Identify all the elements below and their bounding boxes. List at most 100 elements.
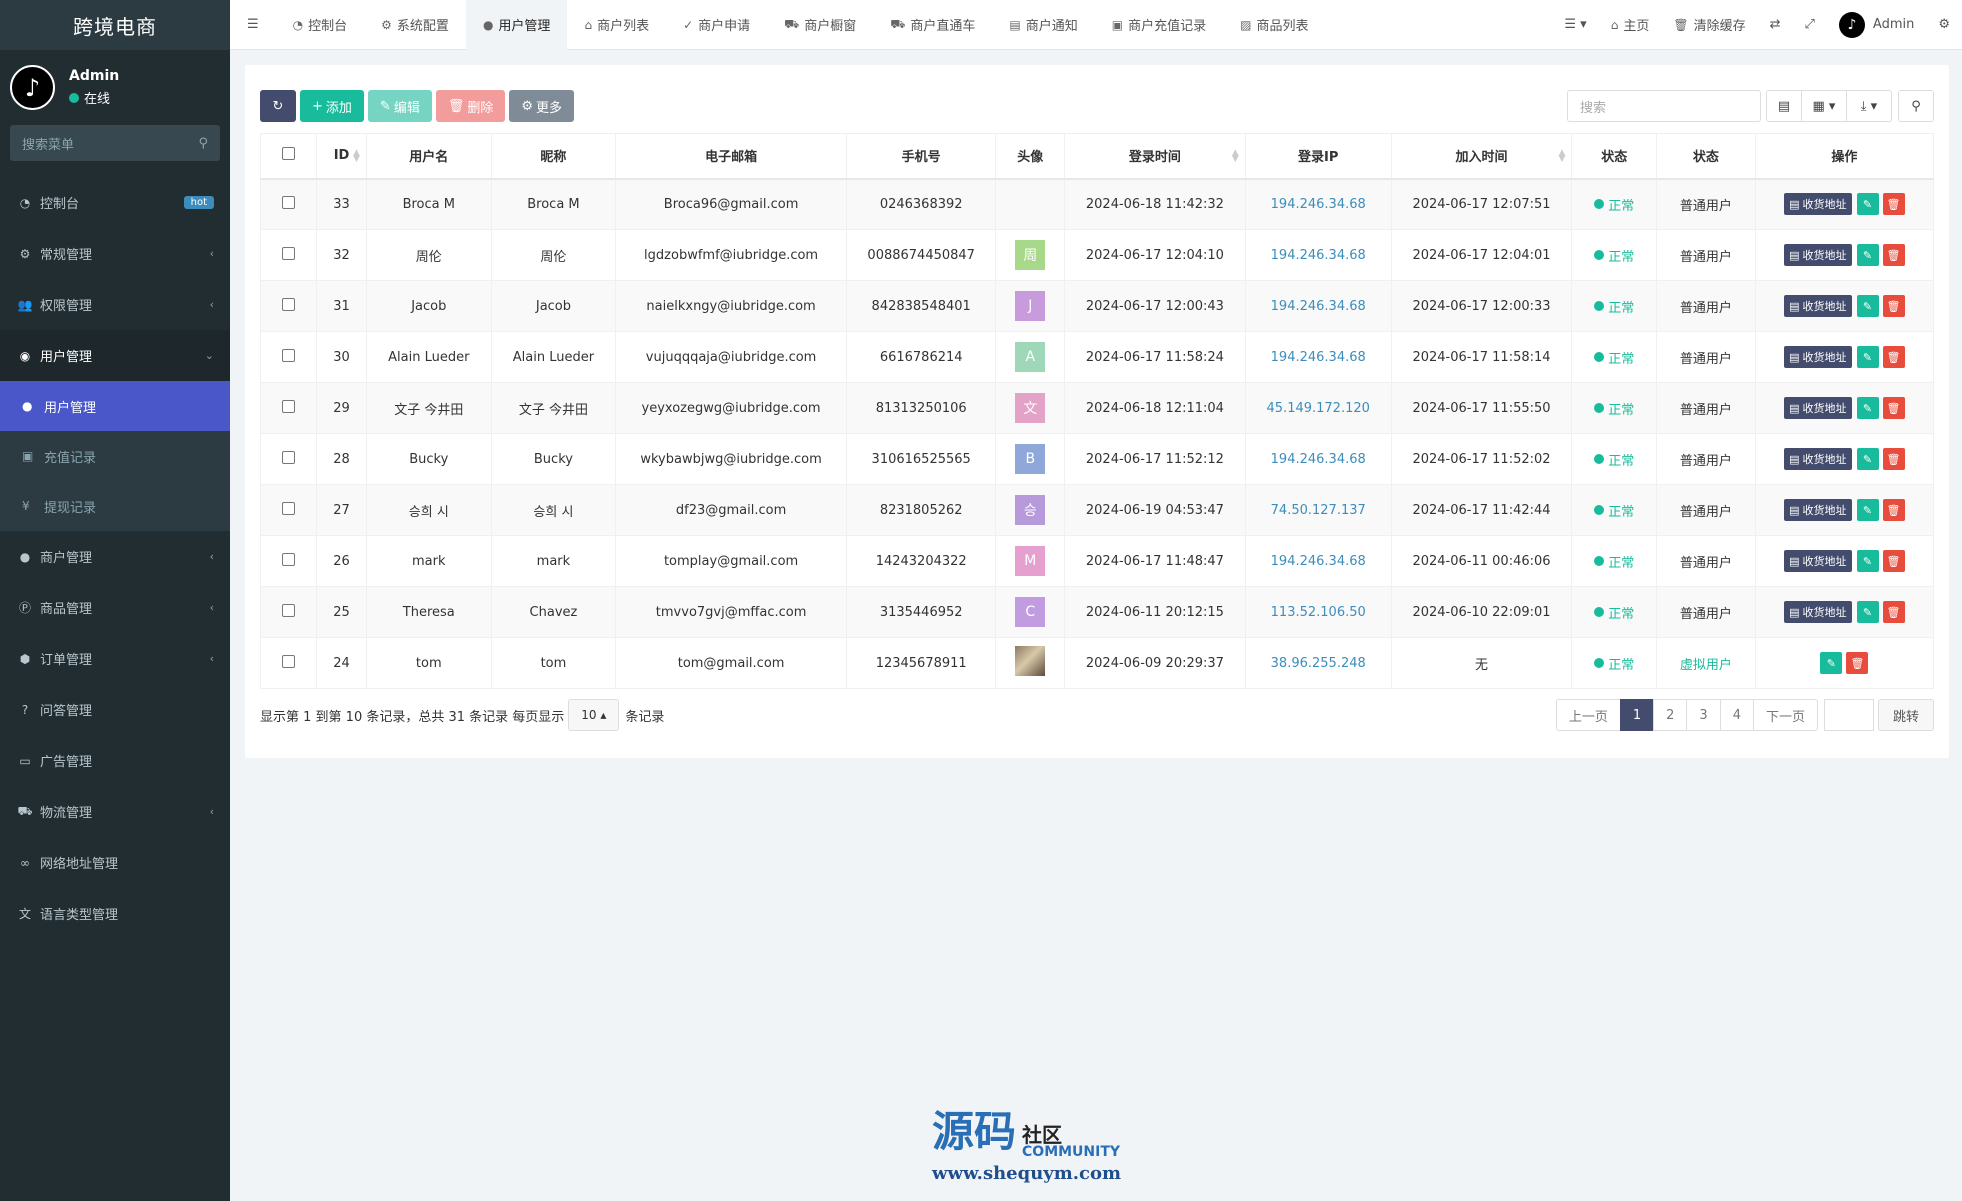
table-row[interactable]: 28 Bucky Bucky wkybawbjwg@iubridge.com 31061… (259, 433, 1935, 485)
top-tab[interactable]: ▨ 商品列表 (1223, 0, 1325, 50)
row-checkbox[interactable] (282, 654, 296, 668)
sidebar-item[interactable]: ⚙ 常规管理 ‹ (0, 228, 230, 279)
delete-row-button[interactable]: 🗑 (1882, 448, 1905, 470)
sidebar-item[interactable]: ⬢ 订单管理 ‹ (0, 633, 230, 684)
ip-link[interactable]: 194.246.34.68 (1271, 299, 1366, 314)
more-button[interactable]: ⚙ 更多 (509, 90, 575, 122)
nav-dropdown-button[interactable]: ☰ ▾ (1552, 0, 1598, 50)
next-page-button[interactable]: 下一页 (1752, 699, 1818, 731)
fullscreen-icon[interactable]: ⤢ (1793, 0, 1827, 50)
delete-button[interactable]: 🗑 删除 (435, 90, 506, 122)
top-tab[interactable]: ⚙ 系统配置 (364, 0, 466, 50)
columns-icon[interactable]: ▦ ▾ (1801, 90, 1847, 122)
row-checkbox[interactable] (282, 603, 296, 617)
sidebar-item[interactable]: Ⓟ 商品管理 ‹ (0, 582, 230, 633)
row-checkbox[interactable] (282, 348, 296, 362)
brand-logo[interactable]: 跨境电商 (0, 0, 230, 50)
ip-link[interactable]: 194.246.34.68 (1271, 350, 1366, 365)
admin-menu[interactable]: ♪ Admin (1827, 0, 1926, 50)
sidebar-item[interactable]: ? 问答管理 (0, 684, 230, 735)
row-checkbox[interactable] (282, 450, 296, 464)
delete-row-button[interactable]: 🗑 (1882, 244, 1905, 266)
top-tab[interactable]: ▣ 商户充值记录 (1095, 0, 1223, 50)
sidebar-item[interactable]: 👥 权限管理 ‹ (0, 279, 230, 330)
page-button[interactable]: 4 (1719, 699, 1754, 731)
page-size-select[interactable]: 10 ▴ (568, 699, 620, 731)
delete-row-button[interactable]: 🗑 (1882, 550, 1905, 572)
table-search-input[interactable]: 搜索 (1567, 90, 1761, 122)
sidebar-item[interactable]: ⛟ 物流管理 ‹ (0, 786, 230, 837)
edit-row-button[interactable]: ✎ (1856, 193, 1879, 216)
sidebar-item[interactable]: ∞ 网络地址管理 (0, 837, 230, 888)
sidebar-item[interactable]: ◉ 用户管理 ⌄ (0, 330, 230, 381)
submenu-item[interactable]: ● 用户管理 (0, 381, 230, 431)
toggle-view-icon[interactable]: ▤ (1766, 90, 1802, 122)
edit-row-button[interactable]: ✎ (1856, 244, 1879, 266)
home-link[interactable]: ⌂ 主页 (1599, 0, 1662, 50)
select-all-checkbox[interactable] (282, 147, 296, 161)
menu-search-input[interactable]: 搜索菜单 ⚲ (10, 125, 220, 161)
table-row[interactable]: 26 mark mark tomplay@gmail.com 14243204322 M 2… (259, 535, 1935, 587)
delete-row-button[interactable]: 🗑 (1882, 295, 1905, 317)
ip-link[interactable]: 45.149.172.120 (1267, 401, 1370, 416)
jump-page-input[interactable] (1823, 699, 1874, 731)
sidebar-item[interactable]: ◔ 控制台 hot (0, 177, 230, 228)
clear-cache-button[interactable]: 🗑 清除缓存 (1661, 0, 1757, 50)
export-icon[interactable]: ⤓ ▾ (1846, 90, 1892, 122)
table-row[interactable]: 25 Theresa Chavez tmvvo7gvj@mffac.com 313544… (259, 586, 1935, 638)
address-button[interactable]: ▤ 收货地址 (1784, 499, 1852, 521)
top-tab[interactable]: ● 用户管理 (465, 0, 568, 50)
sidebar-item[interactable]: ▭ 广告管理 (0, 735, 230, 786)
address-button[interactable]: ▤ 收货地址 (1784, 193, 1852, 216)
address-button[interactable]: ▤ 收货地址 (1784, 550, 1852, 572)
edit-row-button[interactable]: ✎ (1856, 295, 1879, 317)
row-checkbox[interactable] (282, 195, 296, 209)
top-tab[interactable]: ▤ 商户通知 (992, 0, 1094, 50)
column-header[interactable]: ID ▲ ▼ (316, 133, 367, 180)
top-tab[interactable]: ⛟ 商户橱窗 (767, 0, 873, 50)
refresh-button[interactable]: ↻ (260, 90, 296, 122)
search-icon[interactable]: ⚲ (1898, 90, 1934, 122)
address-button[interactable]: ▤ 收货地址 (1784, 346, 1852, 368)
page-button[interactable]: 2 (1653, 699, 1688, 731)
delete-row-button[interactable]: 🗑 (1882, 193, 1905, 216)
address-button[interactable]: ▤ 收货地址 (1784, 295, 1852, 317)
top-tab[interactable]: ⛟ 商户直通车 (873, 0, 992, 50)
address-button[interactable]: ▤ 收货地址 (1784, 244, 1852, 266)
column-header[interactable]: 登录时间 ▲ ▼ (1064, 133, 1246, 180)
top-tab[interactable]: ◔ 控制台 (276, 0, 365, 50)
add-button[interactable]: + 添加 (300, 90, 364, 122)
row-checkbox[interactable] (282, 552, 296, 566)
page-button[interactable]: 3 (1686, 699, 1721, 731)
row-checkbox[interactable] (282, 297, 296, 311)
table-row[interactable]: 30 Alain Lueder Alain Lueder vujuqqqaja@iub… (259, 331, 1935, 383)
row-checkbox[interactable] (282, 246, 296, 260)
edit-row-button[interactable]: ✎ (1856, 346, 1879, 368)
delete-row-button[interactable]: 🗑 (1882, 601, 1905, 623)
address-button[interactable]: ▤ 收货地址 (1784, 397, 1852, 419)
ip-link[interactable]: 194.246.34.68 (1271, 554, 1366, 569)
address-button[interactable]: ▤ 收货地址 (1784, 448, 1852, 470)
top-tab[interactable]: ⌂ 商户列表 (567, 0, 666, 50)
column-header[interactable]: 加入时间 ▲ ▼ (1390, 133, 1573, 180)
top-tab[interactable]: ✓ 商户申请 (666, 0, 767, 50)
table-row[interactable]: 33 Broca M Broca M Broca96@gmail.com 0246368… (259, 178, 1935, 230)
row-checkbox[interactable] (282, 501, 296, 515)
edit-row-button[interactable]: ✎ (1820, 652, 1843, 674)
submenu-item[interactable]: ▣ 充值记录 (0, 431, 230, 481)
delete-row-button[interactable]: 🗑 (1882, 397, 1905, 419)
menu-toggle-icon[interactable]: ☰ (230, 0, 276, 50)
edit-button[interactable]: ✎ 编辑 (367, 90, 432, 122)
table-row[interactable]: 29 文子 今井田 文子 今井田 yeyxozegwg@iubridge.com 813… (259, 382, 1935, 434)
submenu-item[interactable]: ¥ 提现记录 (0, 481, 230, 531)
address-button[interactable]: ▤ 收货地址 (1784, 601, 1852, 623)
ip-link[interactable]: 74.50.127.137 (1271, 503, 1366, 518)
table-row[interactable]: 27 승희 시 승희 시 df23@gmail.com 8231805262 승 2024-… (259, 484, 1935, 536)
ip-link[interactable]: 194.246.34.68 (1271, 452, 1366, 467)
edit-row-button[interactable]: ✎ (1856, 499, 1879, 521)
edit-row-button[interactable]: ✎ (1856, 448, 1879, 470)
row-checkbox[interactable] (282, 399, 296, 413)
settings-gear-icon[interactable]: ⚙ (1926, 0, 1962, 50)
table-row[interactable]: 24 tom tom tom@gmail.com 12345678911 2024-06-… (259, 637, 1935, 689)
delete-row-button[interactable]: 🗑 (1882, 499, 1905, 521)
